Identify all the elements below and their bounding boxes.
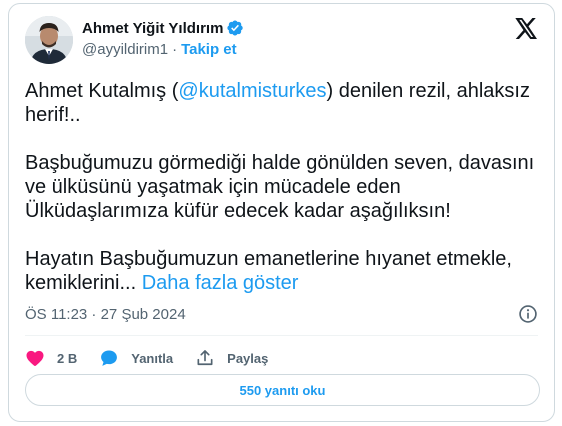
author-handle[interactable]: @ayyildirim1 xyxy=(82,41,168,58)
avatar[interactable] xyxy=(25,16,73,64)
reply-action-button[interactable]: Yanıtla xyxy=(99,348,173,368)
share-button[interactable]: Paylaş xyxy=(195,348,268,368)
author-name-row: Ahmet Yiğit Yıldırım xyxy=(82,19,244,37)
show-more-link[interactable]: Daha fazla göster xyxy=(142,272,299,294)
tweet-paragraph-1: Ahmet Kutalmış (@kutalmisturkes) denilen… xyxy=(25,79,540,127)
share-label: Paylaş xyxy=(227,350,269,366)
separator-dot: · xyxy=(172,41,178,58)
read-replies-button[interactable]: 550 yanıtı oku xyxy=(25,374,540,406)
follow-button[interactable]: Takip et xyxy=(181,41,237,58)
mention-link[interactable]: @kutalmisturkes xyxy=(178,80,326,102)
author-handle-row: @ayyildirim1 · Takip et xyxy=(82,41,237,58)
divider xyxy=(25,335,538,336)
tweet-paragraph-3: Hayatın Başbuğumuzun emanetlerine hıyane… xyxy=(25,247,540,295)
like-button[interactable]: 2 B xyxy=(25,348,77,368)
info-icon[interactable] xyxy=(518,304,538,324)
reply-label: Yanıtla xyxy=(131,350,174,366)
heart-icon xyxy=(26,350,44,366)
verified-badge-icon xyxy=(226,19,244,37)
tweet-text: Ahmet Kutalmış (@kutalmisturkes) denilen… xyxy=(25,79,540,295)
tweet-timestamp[interactable]: ÖS 11:23 · 27 Şub 2024 xyxy=(25,306,186,323)
tweet-card: Ahmet Yiğit Yıldırım @ayyildirim1 · Taki… xyxy=(8,3,555,422)
author-display-name[interactable]: Ahmet Yiğit Yıldırım xyxy=(82,20,223,37)
action-bar: 2 B Yanıtla Paylaş xyxy=(25,344,290,372)
tweet-paragraph-2: Başbuğumuzu görmediği halde gönülden sev… xyxy=(25,152,535,222)
reply-bubble-icon xyxy=(101,350,118,366)
tweet-text-segment: Ahmet Kutalmış ( xyxy=(25,80,179,102)
share-icon xyxy=(197,350,213,366)
like-count: 2 B xyxy=(57,350,78,366)
read-replies-label: 550 yanıtı oku xyxy=(239,382,326,398)
x-logo-icon[interactable] xyxy=(515,18,538,39)
